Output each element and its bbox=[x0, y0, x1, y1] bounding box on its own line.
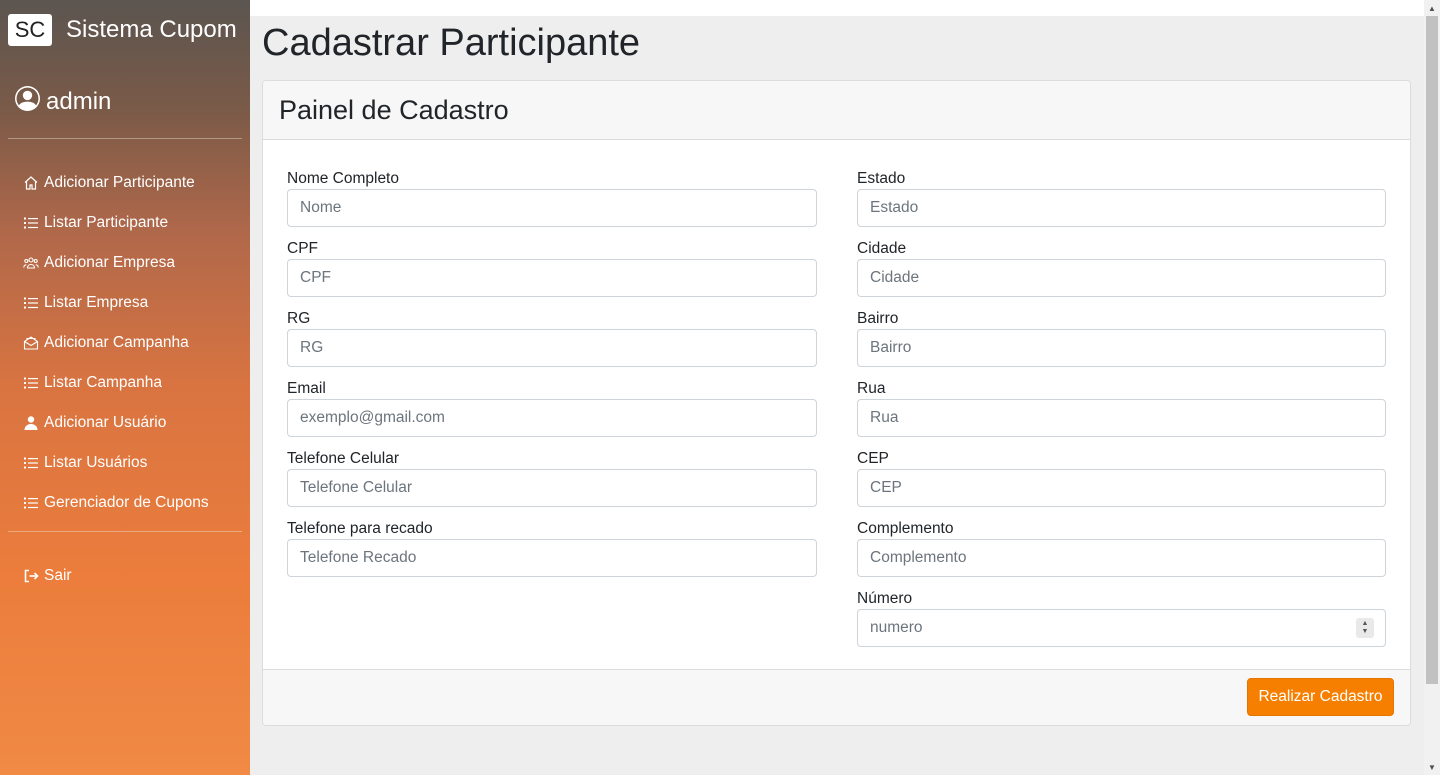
vertical-scrollbar[interactable]: ▲ ▼ bbox=[1424, 0, 1440, 775]
field-complemento: Complemento bbox=[857, 519, 1386, 589]
field-label: Rua bbox=[857, 380, 886, 397]
sidebar-item-adicionar-participante[interactable]: Adicionar Participante bbox=[23, 163, 209, 203]
sidebar-item-listar-campanha[interactable]: Listar Campanha bbox=[23, 363, 209, 403]
field-label: CEP bbox=[857, 450, 889, 467]
email-input[interactable] bbox=[287, 399, 817, 437]
cpf-input[interactable] bbox=[287, 259, 817, 297]
brand-logo: SC bbox=[8, 14, 52, 46]
sidebar-item-label: Listar Empresa bbox=[44, 294, 149, 311]
sidebar-divider bbox=[8, 531, 242, 532]
telefone-recado-input[interactable] bbox=[287, 539, 817, 577]
person-icon bbox=[23, 415, 39, 431]
field-label: Complemento bbox=[857, 520, 954, 537]
scroll-up-icon[interactable]: ▲ bbox=[1424, 0, 1440, 16]
sidebar-item-label: Adicionar Campanha bbox=[44, 334, 189, 351]
logout-icon bbox=[23, 568, 39, 584]
sidebar-item-label: Adicionar Empresa bbox=[44, 254, 175, 271]
field-cidade: Cidade bbox=[857, 239, 1386, 309]
list-icon bbox=[23, 215, 39, 231]
rua-input[interactable] bbox=[857, 399, 1386, 437]
sidebar-nav: Adicionar Participante Listar Participan… bbox=[23, 163, 209, 523]
field-numero: Número ▲ ▼ bbox=[857, 589, 1386, 659]
sidebar-item-gerenciador-cupons[interactable]: Gerenciador de Cupons bbox=[23, 483, 209, 523]
sidebar-item-label: Gerenciador de Cupons bbox=[44, 494, 209, 511]
number-spinner[interactable]: ▲ ▼ bbox=[1356, 618, 1374, 638]
list-icon bbox=[23, 295, 39, 311]
logout-link[interactable]: Sair bbox=[23, 556, 72, 596]
numero-wrapper: ▲ ▼ bbox=[857, 609, 1386, 647]
field-rua: Rua bbox=[857, 379, 1386, 449]
sidebar-item-label: Listar Usuários bbox=[44, 454, 148, 471]
registration-card: Painel de Cadastro Nome Completo CPF RG … bbox=[262, 80, 1411, 726]
sidebar-item-listar-usuarios[interactable]: Listar Usuários bbox=[23, 443, 209, 483]
cidade-input[interactable] bbox=[857, 259, 1386, 297]
page-title: Cadastrar Participante bbox=[262, 22, 641, 64]
people-icon bbox=[23, 255, 39, 271]
sidebar-item-listar-empresa[interactable]: Listar Empresa bbox=[23, 283, 209, 323]
nome-input[interactable] bbox=[287, 189, 817, 227]
field-label: Nome Completo bbox=[287, 170, 399, 187]
sidebar-item-adicionar-empresa[interactable]: Adicionar Empresa bbox=[23, 243, 209, 283]
field-label: Cidade bbox=[857, 240, 907, 257]
field-email: Email bbox=[287, 379, 817, 449]
list-icon bbox=[23, 455, 39, 471]
form-column-left: Nome Completo CPF RG Email Telefone Celu… bbox=[287, 169, 817, 589]
sidebar: SC Sistema Cupom admin Adicionar Partici… bbox=[0, 0, 250, 775]
complemento-input[interactable] bbox=[857, 539, 1386, 577]
cep-input[interactable] bbox=[857, 469, 1386, 507]
chevron-up-icon: ▲ bbox=[1361, 620, 1369, 627]
sidebar-item-label: Listar Campanha bbox=[44, 374, 163, 391]
numero-input[interactable] bbox=[857, 609, 1386, 647]
app-name: Sistema Cupom bbox=[66, 16, 237, 43]
field-bairro: Bairro bbox=[857, 309, 1386, 379]
user-circle-icon bbox=[15, 86, 46, 118]
sidebar-item-adicionar-usuario[interactable]: Adicionar Usuário bbox=[23, 403, 209, 443]
sidebar-item-label: Listar Participante bbox=[44, 214, 169, 231]
bairro-input[interactable] bbox=[857, 329, 1386, 367]
field-estado: Estado bbox=[857, 169, 1386, 239]
chevron-down-icon: ▼ bbox=[1361, 628, 1369, 635]
field-cep: CEP bbox=[857, 449, 1386, 519]
field-telefone-celular: Telefone Celular bbox=[287, 449, 817, 519]
sidebar-item-label: Adicionar Participante bbox=[44, 174, 195, 191]
field-label: CPF bbox=[287, 240, 318, 257]
logout-label: Sair bbox=[44, 567, 72, 584]
sidebar-item-listar-participante[interactable]: Listar Participante bbox=[23, 203, 209, 243]
user-profile: admin bbox=[15, 86, 111, 118]
telefone-celular-input[interactable] bbox=[287, 469, 817, 507]
rg-input[interactable] bbox=[287, 329, 817, 367]
estado-input[interactable] bbox=[857, 189, 1386, 227]
field-label: Bairro bbox=[857, 310, 899, 327]
top-bar bbox=[250, 0, 1424, 16]
field-label: Número bbox=[857, 590, 913, 607]
field-label: Estado bbox=[857, 170, 906, 187]
card-title: Painel de Cadastro bbox=[263, 81, 1410, 140]
sidebar-item-label: Adicionar Usuário bbox=[44, 414, 167, 431]
sidebar-divider bbox=[8, 138, 242, 139]
field-label: RG bbox=[287, 310, 311, 327]
user-name: admin bbox=[46, 88, 112, 115]
field-cpf: CPF bbox=[287, 239, 817, 309]
scroll-down-icon[interactable]: ▼ bbox=[1424, 759, 1440, 775]
list-icon bbox=[23, 495, 39, 511]
field-label: Email bbox=[287, 380, 326, 397]
list-icon bbox=[23, 375, 39, 391]
house-icon bbox=[23, 175, 39, 191]
scroll-thumb[interactable] bbox=[1426, 16, 1438, 684]
form-column-right: Estado Cidade Bairro Rua CEP Complemento… bbox=[857, 169, 1386, 659]
field-rg: RG bbox=[287, 309, 817, 379]
card-footer: Realizar Cadastro bbox=[263, 669, 1410, 725]
envelope-open-icon bbox=[23, 335, 39, 351]
submit-button[interactable]: Realizar Cadastro bbox=[1247, 678, 1394, 716]
field-telefone-recado: Telefone para recado bbox=[287, 519, 817, 589]
field-label: Telefone para recado bbox=[287, 520, 433, 537]
field-label: Telefone Celular bbox=[287, 450, 400, 467]
brand[interactable]: SC Sistema Cupom bbox=[8, 14, 237, 46]
field-nome: Nome Completo bbox=[287, 169, 817, 239]
sidebar-item-adicionar-campanha[interactable]: Adicionar Campanha bbox=[23, 323, 209, 363]
